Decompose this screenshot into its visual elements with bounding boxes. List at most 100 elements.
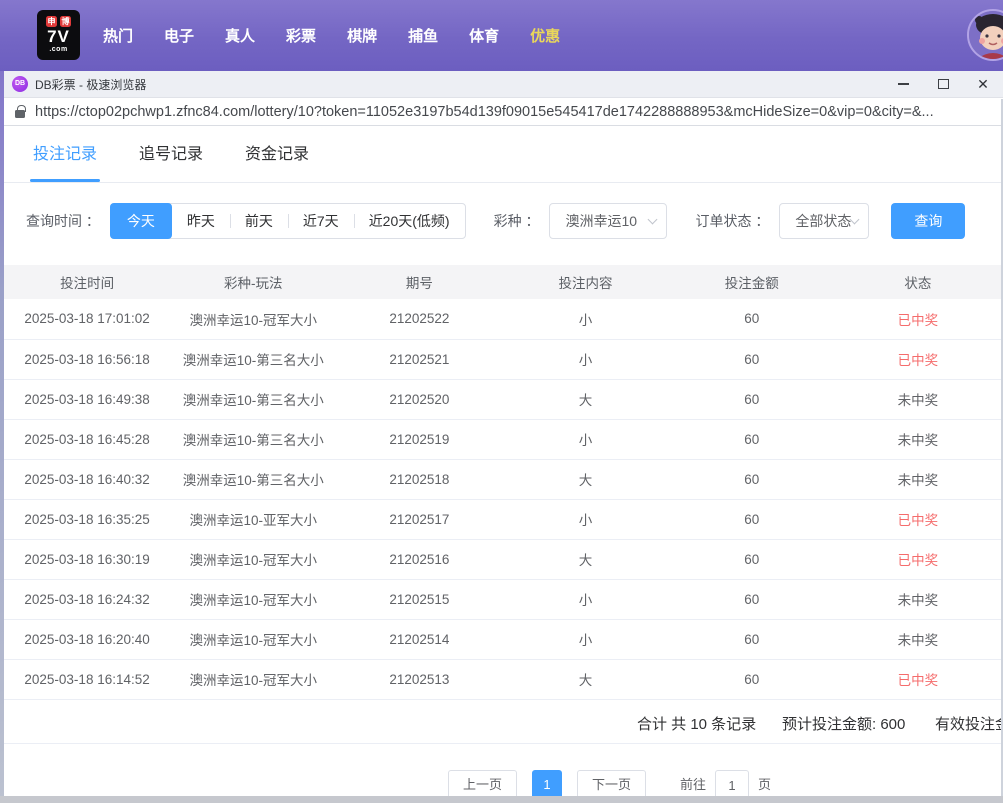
status-badge: 未中奖 — [897, 593, 939, 608]
cell-game-play: 澳洲幸运10-冠军大小 — [170, 619, 337, 660]
cell-status: 未中奖 — [834, 619, 1001, 660]
column-header-期号: 期号 — [336, 265, 503, 299]
cell-game-play: 澳洲幸运10-冠军大小 — [170, 539, 337, 580]
cell-game-play: 澳洲幸运10-第三名大小 — [170, 379, 337, 420]
table-row: 2025-03-18 17:01:02 澳洲幸运10-冠军大小 21202522 小 6… — [4, 299, 1001, 340]
logo-domain: .com — [49, 46, 68, 53]
time-option-昨天[interactable]: 昨天 — [172, 204, 230, 238]
order-status-select[interactable]: 全部状态 — [779, 203, 870, 239]
cell-bet-content: 小 — [502, 579, 669, 620]
cell-bet-amount: 60 — [668, 539, 835, 580]
logo-text: 7V — [47, 27, 70, 46]
search-button[interactable]: 查询 — [891, 203, 966, 239]
status-badge: 已中奖 — [897, 673, 939, 688]
time-option-前天[interactable]: 前天 — [229, 204, 288, 238]
cell-status: 已中奖 — [834, 659, 1001, 700]
table-body: 2025-03-18 17:01:02 澳洲幸运10-冠军大小 21202522 小 6… — [4, 299, 1001, 700]
summary-valid-amount: 有效投注金额 — [935, 715, 1001, 733]
cell-bet-amount: 60 — [668, 339, 835, 380]
nav-item-电子[interactable]: 电子 — [164, 25, 194, 46]
column-header-投注内容: 投注内容 — [502, 265, 669, 299]
chevron-down-icon — [648, 214, 658, 224]
cell-bet-time: 2025-03-18 16:30:19 — [4, 539, 171, 580]
cell-bet-content: 大 — [502, 459, 669, 500]
browser-titlebar: DB DB彩票 - 极速浏览器 ✕ — [0, 71, 1003, 98]
cell-bet-amount: 60 — [668, 659, 835, 700]
nav-menu: 热门 电子 真人 彩票 棋牌 捕鱼 体育 优惠 — [103, 25, 560, 46]
cell-bet-amount: 60 — [668, 619, 835, 660]
cell-issue-number: 21202521 — [336, 339, 503, 380]
nav-item-彩票[interactable]: 彩票 — [286, 25, 316, 46]
record-tabs: 投注记录 追号记录 资金记录 — [4, 126, 1001, 183]
cell-issue-number: 21202517 — [336, 499, 503, 540]
cell-status: 未中奖 — [834, 419, 1001, 460]
cell-bet-time: 2025-03-18 16:20:40 — [4, 619, 171, 660]
lottery-select[interactable]: 澳洲幸运10 — [549, 203, 668, 239]
cell-issue-number: 21202518 — [336, 459, 503, 500]
maximize-button[interactable] — [923, 71, 963, 97]
cell-status: 未中奖 — [834, 379, 1001, 420]
cell-issue-number: 21202522 — [336, 299, 503, 340]
minimize-button[interactable] — [883, 71, 923, 97]
cell-issue-number: 21202516 — [336, 539, 503, 580]
cell-status: 未中奖 — [834, 459, 1001, 500]
padlock-icon — [15, 104, 26, 118]
table-row: 2025-03-18 16:30:19 澳洲幸运10-冠军大小 21202516 大 6… — [4, 539, 1001, 580]
table-row: 2025-03-18 16:35:25 澳洲幸运10-亚军大小 21202517 小 6… — [4, 499, 1001, 540]
logo-badge-2: 博 — [60, 16, 71, 27]
status-badge: 未中奖 — [897, 473, 939, 488]
cell-game-play: 澳洲幸运10-第三名大小 — [170, 459, 337, 500]
table-header-row: 投注时间 彩种-玩法 期号 投注内容 投注金额 状态 — [4, 265, 1001, 299]
avatar-image — [969, 11, 1003, 59]
table-row: 2025-03-18 16:14:52 澳洲幸运10-冠军大小 21202513 大 6… — [4, 659, 1001, 700]
status-badge: 已中奖 — [897, 553, 939, 568]
site-logo[interactable]: 申 博 7V .com — [37, 10, 80, 60]
tab-资金记录[interactable]: 资金记录 — [245, 126, 309, 183]
maximize-icon — [937, 79, 949, 89]
cell-issue-number: 21202513 — [336, 659, 503, 700]
cell-bet-content: 大 — [502, 659, 669, 700]
cell-bet-time: 2025-03-18 16:49:38 — [4, 379, 171, 420]
cell-bet-time: 2025-03-18 16:45:28 — [4, 419, 171, 460]
window-controls: ✕ — [883, 71, 1003, 97]
browser-tab-icon: DB — [12, 76, 28, 92]
time-option-近7天[interactable]: 近7天 — [287, 204, 354, 238]
cell-bet-content: 大 — [502, 539, 669, 580]
logo-badge-1: 申 — [46, 16, 57, 27]
user-avatar[interactable] — [967, 9, 1003, 61]
cell-bet-amount: 60 — [668, 499, 835, 540]
close-button[interactable]: ✕ — [963, 71, 1003, 97]
cell-status: 已中奖 — [834, 339, 1001, 380]
nav-item-体育[interactable]: 体育 — [469, 25, 499, 46]
nav-item-棋牌[interactable]: 棋牌 — [347, 25, 377, 46]
tab-投注记录[interactable]: 投注记录 — [29, 126, 101, 183]
time-option-近20天(低频)[interactable]: 近20天(低频) — [353, 204, 465, 238]
table-row: 2025-03-18 16:45:28 澳洲幸运10-第三名大小 21202519 小… — [4, 419, 1001, 460]
nav-item-优惠[interactable]: 优惠 — [530, 25, 560, 46]
nav-item-捕鱼[interactable]: 捕鱼 — [408, 25, 438, 46]
status-badge: 已中奖 — [897, 312, 939, 328]
cell-bet-content: 小 — [502, 419, 669, 460]
logo-badges: 申 博 — [46, 16, 71, 27]
url-text[interactable]: https://ctop02pchwp1.zfnc84.com/lottery/… — [35, 104, 934, 120]
address-bar: https://ctop02pchwp1.zfnc84.com/lottery/… — [0, 98, 1003, 126]
nav-item-热门[interactable]: 热门 — [103, 25, 133, 46]
cell-bet-time: 2025-03-18 16:14:52 — [4, 659, 171, 700]
cell-bet-amount: 60 — [668, 459, 835, 500]
cell-bet-amount: 60 — [668, 419, 835, 460]
cell-issue-number: 21202519 — [336, 419, 503, 460]
tab-追号记录[interactable]: 追号记录 — [139, 126, 203, 183]
chevron-down-icon — [849, 214, 860, 224]
cell-status: 已中奖 — [834, 299, 1001, 340]
nav-item-真人[interactable]: 真人 — [225, 25, 255, 46]
table-row: 2025-03-18 16:20:40 澳洲幸运10-冠军大小 21202514 小 6… — [4, 619, 1001, 660]
status-filter-label: 订单状态 ： — [695, 213, 770, 229]
cell-issue-number: 21202520 — [336, 379, 503, 420]
table-row: 2025-03-18 16:24:32 澳洲幸运10-冠军大小 21202515 小 6… — [4, 579, 1001, 620]
column-header-状态: 状态 — [834, 265, 1001, 299]
time-option-今天[interactable]: 今天 — [109, 203, 172, 239]
cell-game-play: 澳洲幸运10-亚军大小 — [170, 499, 337, 540]
status-select-value: 全部状态 — [795, 213, 852, 229]
horizontal-scrollbar[interactable] — [0, 796, 1003, 803]
cell-game-play: 澳洲幸运10-冠军大小 — [170, 579, 337, 620]
